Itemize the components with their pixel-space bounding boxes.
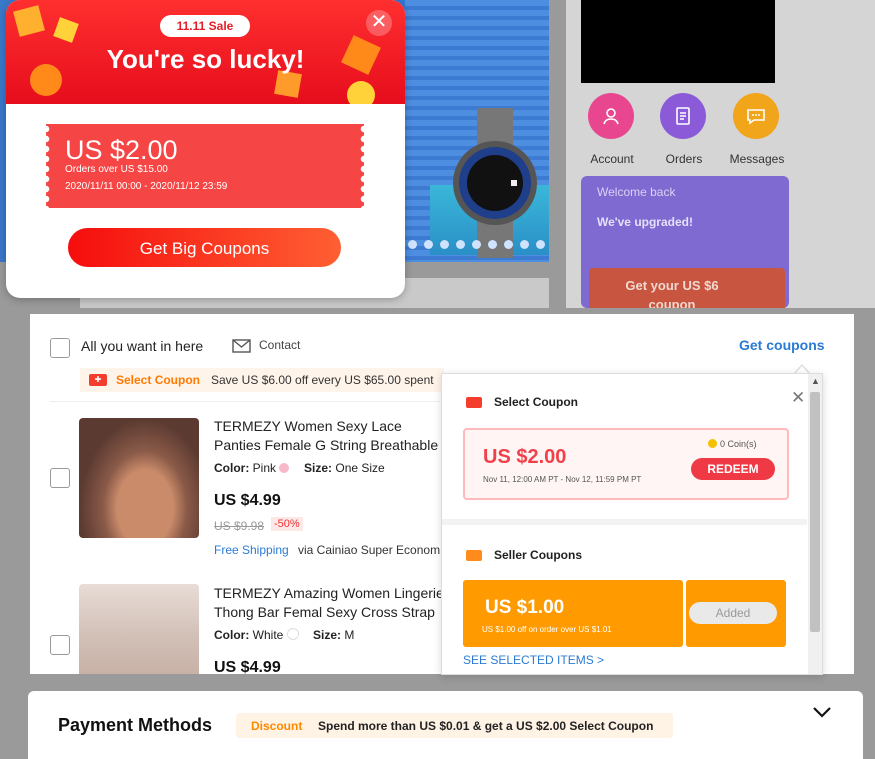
coin-text: 0 Coin(s) bbox=[720, 439, 757, 449]
item-checkbox[interactable] bbox=[50, 635, 70, 655]
watch-image bbox=[453, 108, 537, 258]
added-button[interactable]: Added bbox=[689, 602, 777, 624]
shipping-method[interactable]: via Cainiao Super Econom bbox=[298, 543, 440, 557]
account-link[interactable] bbox=[588, 93, 634, 139]
sale-tag: 11.11 Sale bbox=[160, 15, 250, 37]
payment-discount-tag: Discount Spend more than US $0.01 & get … bbox=[236, 713, 673, 738]
welcome-text: Welcome back bbox=[597, 185, 676, 199]
store-checkbox[interactable] bbox=[50, 338, 70, 358]
color-label: Color: bbox=[214, 628, 250, 642]
messages-link[interactable] bbox=[733, 93, 779, 139]
chevron-down-icon[interactable] bbox=[811, 705, 833, 719]
color-swatch bbox=[279, 463, 290, 473]
divider bbox=[50, 401, 440, 402]
seller-coupon-icon bbox=[466, 550, 482, 561]
payment-methods-panel: Payment Methods Discount Spend more than… bbox=[28, 691, 863, 759]
product-color: Color: White bbox=[214, 628, 299, 642]
color-label: Color: bbox=[214, 461, 250, 475]
select-coupon-label: Select Coupon bbox=[116, 373, 201, 387]
size-value: One Size bbox=[335, 461, 385, 475]
product-size: Size: M bbox=[313, 628, 354, 642]
upgraded-text: We've upgraded! bbox=[597, 215, 693, 229]
scrollbar-thumb[interactable] bbox=[810, 392, 820, 632]
original-price: US $9.98 bbox=[214, 519, 265, 533]
account-icon bbox=[588, 93, 634, 139]
orders-link[interactable] bbox=[660, 93, 706, 139]
discount-label: Discount bbox=[251, 719, 303, 733]
seller-coupon-card: US $1.00 US $1.00 off on order over US $… bbox=[463, 580, 683, 647]
size-label: Size: bbox=[304, 461, 333, 475]
seller-coupon-desc: US $1.00 off on order over US $1.01 bbox=[482, 625, 612, 634]
redeem-button[interactable]: REDEEM bbox=[691, 458, 775, 480]
color-swatch bbox=[286, 628, 299, 640]
welcome-card[interactable]: Welcome back We've upgraded! Get your US… bbox=[581, 176, 789, 308]
popup-coupon-condition: Orders over US $15.00 bbox=[65, 164, 168, 175]
popup-coupon-amount: US $2.00 bbox=[65, 135, 178, 165]
dropdown-close-icon[interactable]: ✕ bbox=[791, 388, 805, 408]
get-coupons-link[interactable]: Get coupons bbox=[739, 337, 825, 353]
store-name[interactable]: All you want in here bbox=[81, 338, 203, 354]
coin-icon bbox=[708, 439, 717, 448]
select-coupon-amount: US $2.00 bbox=[483, 446, 567, 468]
product-image[interactable] bbox=[79, 584, 199, 674]
account-label[interactable]: Account bbox=[572, 152, 652, 166]
popup-coupon-dates: 2020/11/11 00:00 - 2020/11/12 23:59 bbox=[65, 181, 228, 192]
size-label: Size: bbox=[313, 628, 342, 642]
get-big-coupons-button[interactable]: Get Big Coupons bbox=[68, 228, 341, 267]
item-checkbox[interactable] bbox=[50, 468, 70, 488]
product-price: US $4.99 bbox=[214, 492, 281, 509]
product-price: US $4.99 bbox=[214, 659, 281, 676]
product-title[interactable]: TERMEZY Women Sexy Lace Panties Female G… bbox=[214, 417, 444, 455]
select-coupon-bar: ✚ Select Coupon Save US $6.00 off every … bbox=[80, 368, 444, 392]
see-selected-items-link[interactable]: SEE SELECTED ITEMS > bbox=[463, 653, 604, 667]
select-coupon-icon bbox=[466, 397, 482, 408]
color-value: White bbox=[252, 628, 284, 642]
free-shipping: Free Shipping bbox=[214, 543, 289, 557]
mail-icon[interactable] bbox=[232, 339, 251, 353]
product-size: Size: One Size bbox=[304, 461, 385, 475]
popup-header: 11.11 Sale You're so lucky! ✕ bbox=[6, 0, 405, 104]
scroll-up-icon[interactable]: ▲ bbox=[811, 376, 820, 386]
messages-label[interactable]: Messages bbox=[717, 152, 797, 166]
contact-link[interactable]: Contact bbox=[259, 338, 300, 352]
section-divider bbox=[442, 519, 807, 525]
color-value: Pink bbox=[252, 461, 277, 475]
coin-count: 0 Coin(s) bbox=[708, 439, 757, 449]
ad-placeholder bbox=[581, 0, 775, 83]
select-coupon-heading: Select Coupon bbox=[494, 395, 579, 409]
product-color: Color: Pink bbox=[214, 461, 290, 475]
select-coupon-dates: Nov 11, 12:00 AM PT - Nov 12, 11:59 PM P… bbox=[483, 475, 642, 484]
welcome-coupon[interactable]: Get your US $6 coupon bbox=[589, 268, 785, 308]
popup-headline: You're so lucky! bbox=[106, 44, 305, 74]
orders-label[interactable]: Orders bbox=[644, 152, 724, 166]
seller-coupon-amount: US $1.00 bbox=[485, 597, 565, 618]
popup-coupon: US $2.00 Orders over US $15.00 2020/11/1… bbox=[46, 124, 364, 208]
close-icon[interactable]: ✕ bbox=[366, 10, 392, 36]
product-image[interactable] bbox=[79, 418, 199, 538]
discount-badge: -50% bbox=[271, 517, 303, 531]
orders-icon bbox=[660, 93, 706, 139]
coupon-icon: ✚ bbox=[89, 374, 107, 386]
product-title[interactable]: TERMEZY Amazing Women Lingerie Thong Bar… bbox=[214, 584, 444, 622]
select-coupon-card: US $2.00 Nov 11, 12:00 AM PT - Nov 12, 1… bbox=[463, 428, 789, 500]
coupon-dropdown: Select Coupon ✕ US $2.00 Nov 11, 12:00 A… bbox=[441, 373, 823, 675]
lucky-popup: 11.11 Sale You're so lucky! ✕ US $2.00 O… bbox=[6, 0, 405, 298]
discount-text: Spend more than US $0.01 & get a US $2.0… bbox=[318, 719, 654, 733]
seller-coupons-heading: Seller Coupons bbox=[494, 548, 583, 562]
dropdown-scrollbar[interactable]: ▲ bbox=[808, 374, 822, 674]
messages-icon bbox=[733, 93, 779, 139]
seller-coupon-action: Added bbox=[686, 580, 786, 647]
select-coupon-text: Save US $6.00 off every US $65.00 spent bbox=[211, 373, 434, 387]
size-value: M bbox=[344, 628, 355, 642]
payment-heading: Payment Methods bbox=[58, 715, 213, 735]
welcome-coupon-text: Get your US $6 coupon bbox=[625, 278, 719, 308]
carousel-dots[interactable] bbox=[408, 240, 545, 249]
